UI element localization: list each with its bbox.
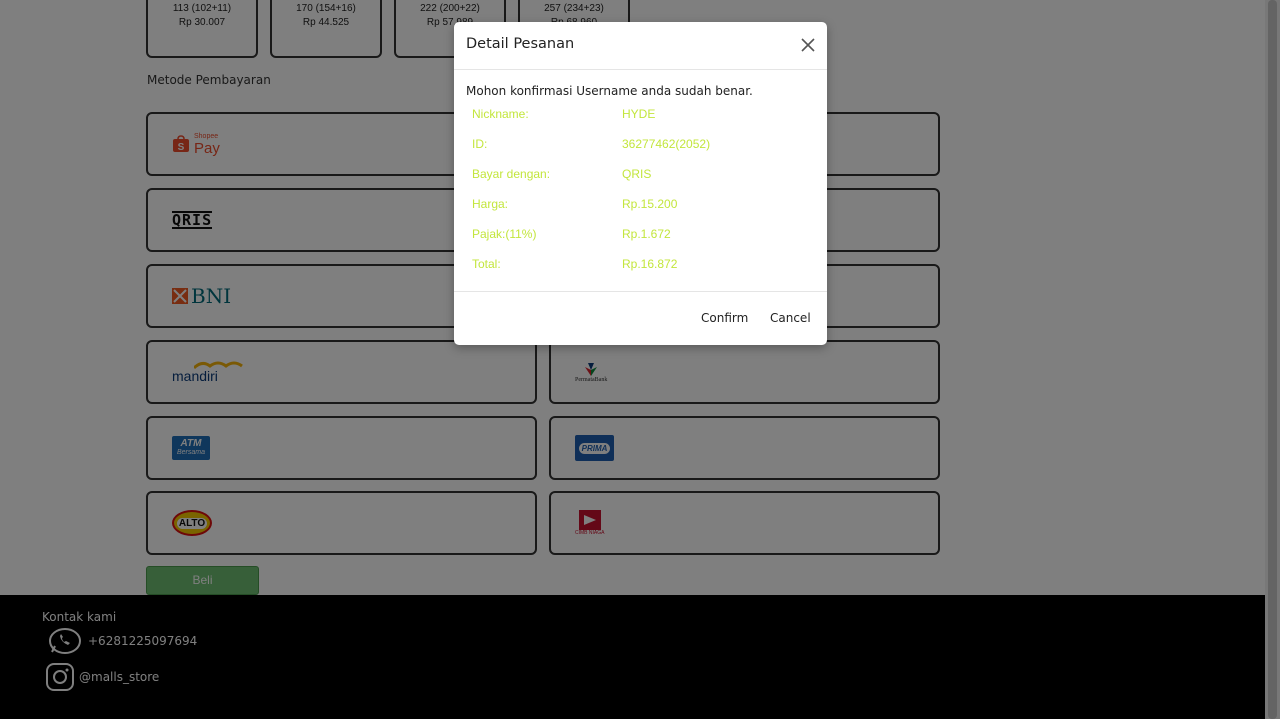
detail-label: Nickname:	[472, 107, 529, 121]
order-detail-modal: Detail Pesanan Mohon konfirmasi Username…	[454, 22, 827, 345]
close-icon[interactable]	[799, 36, 817, 54]
detail-value: HYDE	[622, 107, 656, 121]
detail-value: 36277462(2052)	[622, 137, 711, 151]
detail-label: Bayar dengan:	[472, 167, 551, 181]
detail-label: ID:	[472, 137, 488, 151]
modal-footer: Confirm Cancel	[454, 292, 827, 345]
detail-value: QRIS	[622, 167, 652, 181]
modal-body: Mohon konfirmasi Username anda sudah ben…	[454, 70, 827, 292]
cancel-button[interactable]: Cancel	[770, 311, 811, 325]
modal-header: Detail Pesanan	[454, 22, 827, 70]
modal-title: Detail Pesanan	[466, 36, 575, 52]
detail-label: Pajak:(11%)	[472, 227, 537, 241]
detail-value: Rp.15.200	[622, 197, 678, 211]
confirm-button[interactable]: Confirm	[701, 311, 748, 325]
detail-value: Rp.1.672	[622, 227, 671, 241]
detail-label: Harga:	[472, 197, 509, 211]
detail-label: Total:	[472, 257, 501, 271]
detail-value: Rp.16.872	[622, 257, 678, 271]
confirmation-message: Mohon konfirmasi Username anda sudah ben…	[466, 84, 753, 98]
